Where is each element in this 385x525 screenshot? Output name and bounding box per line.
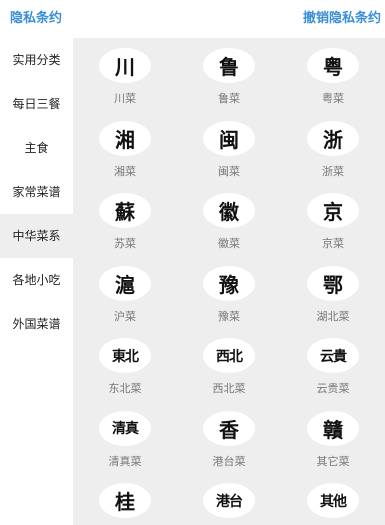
- cuisine-label: 云贵菜: [316, 382, 350, 395]
- cuisine-label: 其它菜: [316, 454, 350, 468]
- cuisine-label: 湖北菜: [316, 309, 350, 323]
- cuisine-label: 粤菜: [322, 92, 344, 105]
- cuisine-item[interactable]: 湘湘菜: [73, 111, 177, 184]
- cuisine-label: 京菜: [322, 237, 344, 250]
- sidebar-item-home-recipes[interactable]: 家常菜谱: [0, 170, 73, 214]
- cuisine-label: 东北菜: [108, 382, 142, 395]
- sidebar-item-practical[interactable]: 实用分类: [0, 38, 73, 82]
- cuisine-item[interactable]: 東北 东北菜: [73, 328, 177, 401]
- cuisine-item[interactable]: 贛其它菜: [281, 401, 385, 474]
- sidebar-item-daily-meals[interactable]: 每日三餐: [0, 82, 73, 126]
- cuisine-logo-icon: 香: [203, 410, 255, 446]
- cuisine-item[interactable]: 滬沪菜: [73, 256, 177, 329]
- category-sidebar: 实用分类 每日三餐 主食 家常菜谱 中华菜系 各地小吃 外国菜谱: [0, 38, 73, 525]
- top-bar: 隐私条约 撤销隐私条约: [0, 0, 385, 34]
- cuisine-logo-icon: 贛: [307, 410, 359, 446]
- cuisine-logo-icon: 滬: [99, 265, 151, 301]
- cuisine-item[interactable]: 鲁鲁菜: [177, 38, 281, 111]
- cuisine-item[interactable]: 粤粤菜: [281, 38, 385, 111]
- cuisine-item[interactable]: 桂: [73, 473, 177, 525]
- sidebar-item-chinese-cuisines[interactable]: 中华菜系: [0, 214, 73, 258]
- cuisine-label: 湘菜: [114, 164, 136, 178]
- cuisine-logo-icon: 湘: [99, 120, 151, 156]
- cuisine-label: 闽菜: [218, 164, 240, 178]
- cuisine-logo-icon: 闽: [203, 120, 255, 156]
- cuisine-label: 西北菜: [212, 382, 246, 395]
- cuisine-item[interactable]: 云貴 云贵菜: [281, 328, 385, 401]
- cuisine-item[interactable]: 蘇苏菜: [73, 183, 177, 256]
- cuisine-label: 港台菜: [212, 454, 246, 468]
- cuisine-label: 豫菜: [218, 309, 240, 323]
- cuisine-item[interactable]: 港台: [177, 473, 281, 525]
- cuisine-item[interactable]: 鄂湖北菜: [281, 256, 385, 329]
- cuisine-item[interactable]: 西北 西北菜: [177, 328, 281, 401]
- cuisine-logo-icon: 川: [99, 48, 151, 83]
- privacy-policy-link[interactable]: 隐私条约: [10, 7, 62, 26]
- sidebar-item-staples[interactable]: 主食: [0, 126, 73, 170]
- cuisine-item[interactable]: 徽徽菜: [177, 183, 281, 256]
- cuisine-logo-icon: 桂: [99, 483, 151, 518]
- cuisine-logo-icon: 其他: [307, 483, 359, 518]
- cuisine-logo-icon: 京: [307, 193, 359, 228]
- cuisine-item[interactable]: 其他: [281, 473, 385, 525]
- cuisine-item[interactable]: 清真 清真菜: [73, 401, 177, 474]
- cuisine-label: 徽菜: [218, 237, 240, 250]
- cuisine-logo-icon: 港台: [203, 483, 255, 518]
- cuisine-logo-icon: 浙: [307, 120, 359, 156]
- sidebar-item-local-snacks[interactable]: 各地小吃: [0, 258, 73, 302]
- cuisine-grid: 川川菜鲁鲁菜粤粤菜湘湘菜闽闽菜浙浙菜蘇苏菜徽徽菜京京菜滬沪菜豫豫菜鄂湖北菜 東北东…: [73, 38, 385, 525]
- cuisine-logo-icon: 清真: [99, 410, 151, 446]
- cuisine-item[interactable]: 川川菜: [73, 38, 177, 111]
- cuisine-label: 川菜: [114, 92, 136, 105]
- sidebar-item-foreign-recipes[interactable]: 外国菜谱: [0, 302, 73, 346]
- cuisine-logo-icon: 鲁: [203, 48, 255, 83]
- cuisine-label: 清真菜: [108, 454, 142, 468]
- cuisine-item[interactable]: 豫豫菜: [177, 256, 281, 329]
- cuisine-logo-icon: 東北: [99, 338, 151, 373]
- cuisine-label: 苏菜: [114, 237, 136, 250]
- cuisine-logo-icon: 豫: [203, 265, 255, 301]
- cuisine-item[interactable]: 闽闽菜: [177, 111, 281, 184]
- cuisine-label: 浙菜: [322, 164, 344, 178]
- revoke-privacy-link[interactable]: 撤销隐私条约: [303, 7, 381, 26]
- cuisine-label: 鲁菜: [218, 92, 240, 105]
- cuisine-item[interactable]: 京京菜: [281, 183, 385, 256]
- cuisine-logo-icon: 西北: [203, 338, 255, 373]
- cuisine-logo-icon: 徽: [203, 193, 255, 228]
- cuisine-label: 沪菜: [114, 309, 136, 323]
- cuisine-logo-icon: 蘇: [99, 193, 151, 228]
- cuisine-item[interactable]: 香港台菜: [177, 401, 281, 474]
- cuisine-logo-icon: 云貴: [307, 338, 359, 373]
- cuisine-logo-icon: 鄂: [307, 265, 359, 301]
- cuisine-panel: 川川菜鲁鲁菜粤粤菜湘湘菜闽闽菜浙浙菜蘇苏菜徽徽菜京京菜滬沪菜豫豫菜鄂湖北菜 東北东…: [73, 38, 385, 525]
- cuisine-item[interactable]: 浙浙菜: [281, 111, 385, 184]
- cuisine-logo-icon: 粤: [307, 48, 359, 83]
